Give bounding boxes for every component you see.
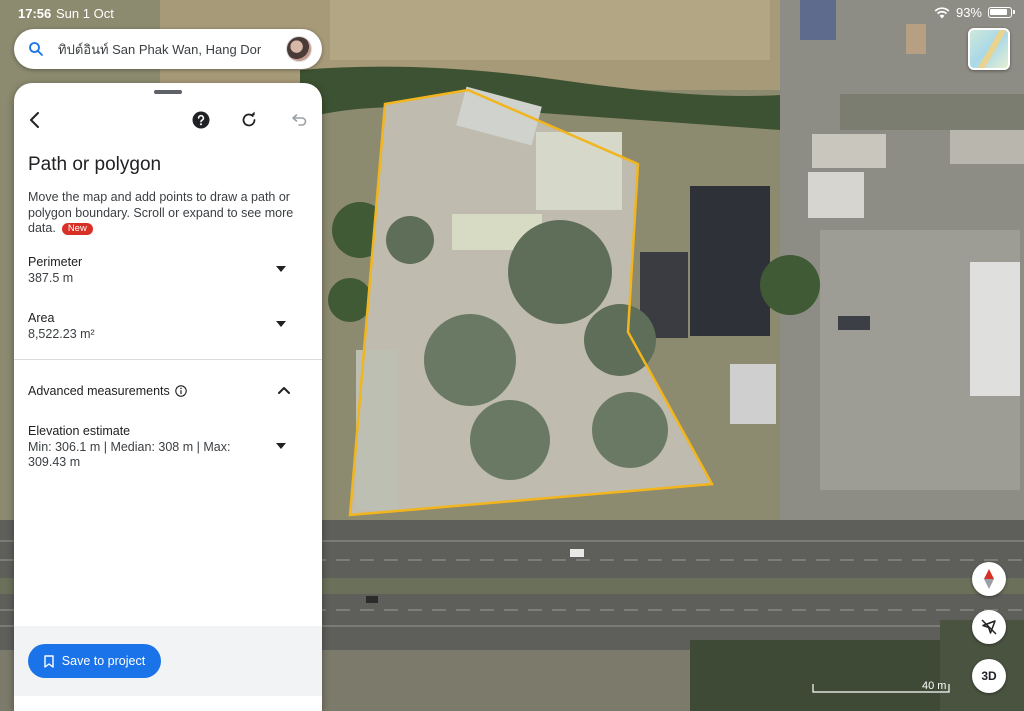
chevron-down-icon[interactable] <box>276 321 286 327</box>
measure-panel: Path or polygon Move the map and add poi… <box>14 83 322 711</box>
perimeter-value: 387.5 m <box>28 271 74 285</box>
advanced-measurements-header[interactable]: Advanced measurements <box>28 384 187 398</box>
help-icon[interactable] <box>192 111 210 129</box>
drag-handle[interactable] <box>154 90 182 94</box>
scale-label: 40 m <box>922 680 947 692</box>
area-label: Area <box>28 311 55 325</box>
status-bar: 17:56 Sun 1 Oct 93% <box>0 0 1024 26</box>
perimeter-label: Perimeter <box>28 255 83 269</box>
avatar[interactable] <box>286 36 312 62</box>
recenter-icon <box>981 619 997 635</box>
back-arrow-icon[interactable] <box>24 109 46 131</box>
wifi-icon <box>934 7 950 19</box>
map-type-button[interactable] <box>968 28 1010 70</box>
divider <box>14 359 322 360</box>
chevron-down-icon[interactable] <box>276 266 286 272</box>
page-title: Path or polygon <box>28 154 162 175</box>
search-bar[interactable]: ทิปต์อินท์ San Phak Wan, Hang Dor <box>14 29 322 69</box>
status-date: Sun 1 Oct <box>56 6 114 21</box>
info-icon[interactable] <box>175 385 187 397</box>
status-indicators: 93% <box>934 5 1015 20</box>
battery-icon <box>988 7 1015 18</box>
status-time: 17:56 <box>18 6 52 21</box>
undo-icon[interactable] <box>289 111 307 129</box>
refresh-icon[interactable] <box>240 111 258 129</box>
save-button-label: Save to project <box>61 654 146 668</box>
3d-toggle-button[interactable]: 3D <box>972 659 1006 693</box>
new-badge: New <box>61 223 93 235</box>
recenter-button[interactable] <box>972 610 1006 644</box>
compass-icon <box>984 569 994 589</box>
elevation-label: Elevation estimate <box>28 424 131 438</box>
battery-percentage: 93% <box>955 5 982 20</box>
search-icon[interactable] <box>28 41 44 57</box>
search-input[interactable]: ทิปต์อินท์ San Phak Wan, Hang Dor <box>58 39 278 60</box>
panel-description: Move the map and add points to draw a pa… <box>28 190 312 237</box>
elevation-value: Min: 306.1 m | Median: 308 m | Max: 309.… <box>28 440 231 469</box>
bookmark-icon <box>44 654 54 668</box>
save-to-project-button[interactable]: Save to project <box>28 644 161 678</box>
compass-button[interactable] <box>972 562 1006 596</box>
chevron-down-icon[interactable] <box>276 443 286 449</box>
area-value: 8,522.23 m² <box>28 327 95 341</box>
chevron-up-icon[interactable] <box>278 385 290 395</box>
advanced-measurements-label: Advanced measurements <box>28 384 170 398</box>
